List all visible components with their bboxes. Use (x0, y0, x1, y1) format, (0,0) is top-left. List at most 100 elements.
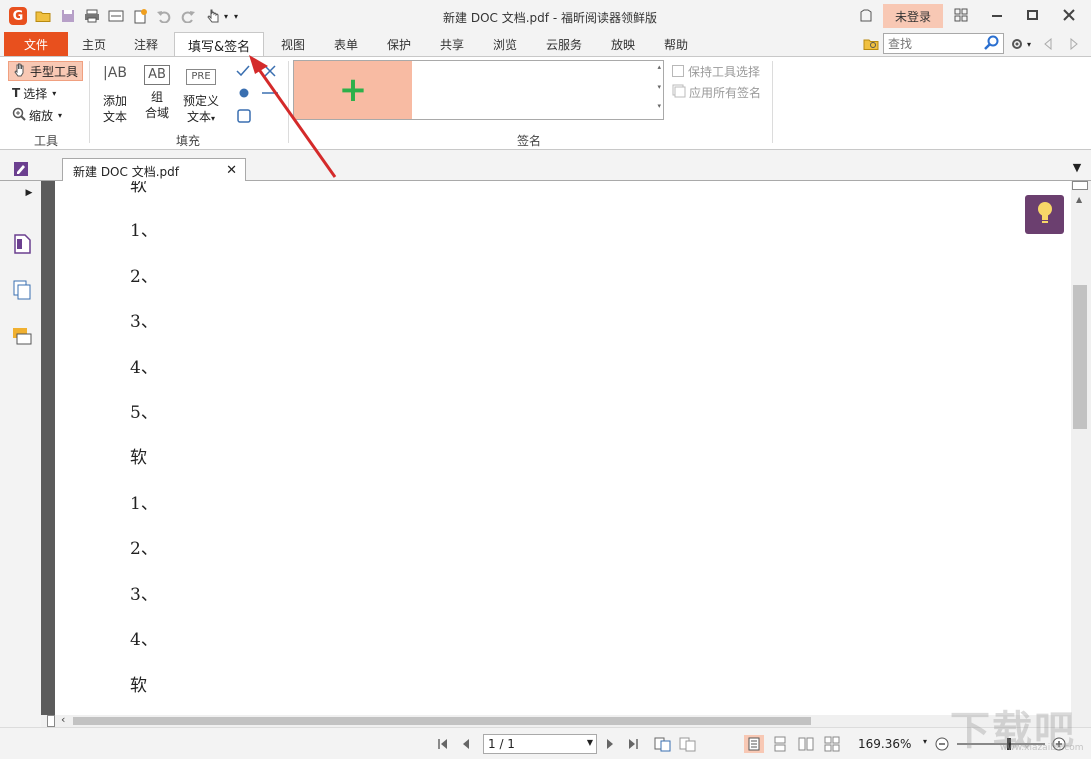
tab-fill-sign[interactable]: 填写&签名 (174, 32, 265, 57)
tab-protect[interactable]: 保护 (387, 36, 411, 53)
tab-file[interactable]: 文件 (4, 32, 68, 56)
hand-pointer-icon[interactable] (203, 7, 223, 25)
tab-present[interactable]: 放映 (611, 36, 635, 53)
continuous-facing-view-icon[interactable] (822, 735, 842, 753)
tab-home[interactable]: 主页 (82, 36, 106, 53)
scroll-left-icon[interactable]: ‹ (61, 713, 65, 726)
vertical-scrollbar[interactable]: ▲ (1071, 181, 1091, 727)
prev-arrow-icon[interactable] (1042, 35, 1054, 53)
app-logo[interactable]: G (9, 7, 27, 25)
zoom-level[interactable]: 169.36% (858, 737, 911, 751)
save-icon[interactable] (59, 7, 77, 25)
gallery-expand-icon[interactable]: ▾ (657, 102, 661, 110)
document-line: 1、 (130, 494, 158, 514)
tips-lightbulb-button[interactable] (1025, 195, 1064, 234)
gallery-scroll-down-icon[interactable]: ▾ (657, 83, 661, 91)
page-number-input[interactable]: 1 / 1 ▼ (483, 734, 597, 754)
next-page-icon[interactable] (603, 737, 617, 751)
keep-tool-checkbox[interactable]: 保持工具选择 (672, 62, 760, 80)
restore-button[interactable] (1022, 5, 1044, 25)
tab-form[interactable]: 表单 (334, 36, 358, 53)
tab-list-dropdown-icon[interactable]: ▼ (1070, 158, 1084, 176)
minimize-button[interactable] (986, 5, 1008, 25)
tab-help[interactable]: 帮助 (664, 36, 688, 53)
plus-icon: + (338, 70, 368, 110)
login-button[interactable]: 未登录 (883, 4, 943, 28)
predefined-text-label-1: 预定义 (182, 94, 219, 108)
chevron-down-icon: ▾ (58, 110, 63, 120)
checkmark-icon[interactable] (234, 62, 252, 80)
dot-icon[interactable] (236, 84, 252, 102)
expand-panel-icon[interactable]: ▶ (22, 186, 36, 200)
page-thumbnails-icon[interactable] (11, 233, 33, 255)
layers-icon[interactable] (11, 279, 33, 301)
previous-view-icon[interactable] (654, 737, 672, 752)
checkbox-icon (672, 65, 684, 77)
gallery-scroll-up-icon[interactable]: ▴ (657, 63, 661, 71)
open-folder-icon[interactable] (34, 7, 52, 25)
redo-icon[interactable] (179, 7, 197, 25)
predefined-text-icon: PRE (186, 69, 216, 85)
search-box (883, 33, 1004, 54)
search-input[interactable] (884, 34, 982, 53)
zoom-dropdown-icon[interactable]: ▾ (923, 737, 927, 746)
cross-mark-icon[interactable] (261, 62, 279, 80)
tab-cloud[interactable]: 云服务 (546, 36, 582, 53)
select-tool-label: 选择 (23, 86, 48, 101)
skin-icon[interactable] (857, 7, 875, 25)
tab-view[interactable]: 视图 (281, 36, 305, 53)
tab-share[interactable]: 共享 (440, 36, 464, 53)
chevron-down-icon[interactable]: ▼ (587, 738, 593, 747)
document-line: 5、 (130, 403, 158, 423)
document-tab-bar: 新建 DOC 文档.pdf ✕ ▼ (0, 150, 1091, 182)
first-page-icon[interactable] (436, 737, 450, 751)
box-icon[interactable] (236, 107, 252, 125)
print-icon[interactable] (83, 7, 101, 25)
search-icon[interactable] (984, 35, 1000, 54)
panel-toggle-icon[interactable] (12, 160, 30, 178)
document-line: 2、 (130, 539, 158, 559)
chevron-down-icon[interactable]: ▾ (222, 7, 230, 25)
lightbulb-icon (1036, 201, 1054, 228)
add-signature-button[interactable]: + (294, 61, 412, 119)
previous-page-icon[interactable] (459, 737, 473, 751)
predefined-text-button[interactable]: PRE 预定义 文本▾ (180, 65, 222, 127)
new-document-icon[interactable] (131, 7, 149, 25)
apply-signature-icon (672, 84, 686, 101)
hand-tool-button[interactable]: 手型工具 (8, 61, 84, 81)
add-text-button[interactable]: |AB 添加 文本 (98, 65, 132, 125)
grid-view-icon[interactable] (950, 5, 972, 25)
scroll-up-icon[interactable]: ▲ (1076, 195, 1082, 204)
vertical-scroll-thumb[interactable] (1073, 285, 1087, 429)
undo-icon[interactable] (155, 7, 173, 25)
folder-search-icon[interactable] (862, 35, 880, 53)
comments-icon[interactable] (11, 325, 33, 347)
next-arrow-icon[interactable] (1068, 35, 1080, 53)
facing-view-icon[interactable] (796, 735, 816, 753)
scrollbar-split-handle[interactable] (47, 715, 55, 727)
horizontal-scroll-thumb[interactable] (73, 717, 811, 725)
continuous-view-icon[interactable] (770, 735, 790, 753)
select-tool-button[interactable]: T 选择 ▾ (8, 83, 60, 103)
single-page-view-icon[interactable] (744, 735, 764, 753)
settings-dropdown-icon[interactable]: ▾ (1025, 35, 1033, 53)
document-line: 4、 (130, 630, 158, 650)
comb-field-button[interactable]: AB 组 合域 (141, 65, 173, 121)
tab-browse[interactable]: 浏览 (493, 36, 517, 53)
zoom-out-icon[interactable] (935, 737, 949, 751)
close-tab-icon[interactable]: ✕ (226, 163, 237, 178)
settings-gear-icon[interactable] (1009, 35, 1025, 53)
keep-tool-label: 保持工具选择 (688, 64, 761, 79)
tab-comment[interactable]: 注释 (134, 36, 158, 53)
apply-all-signatures-button[interactable]: 应用所有签名 (672, 83, 761, 101)
document-tab[interactable]: 新建 DOC 文档.pdf ✕ (62, 158, 246, 182)
line-icon[interactable] (261, 84, 279, 102)
next-view-icon[interactable] (679, 737, 697, 752)
zoom-tool-button[interactable]: 缩放 ▾ (8, 105, 66, 125)
scrollbar-split-handle[interactable] (1072, 181, 1088, 190)
horizontal-scrollbar[interactable]: ‹ (41, 713, 1071, 727)
close-button[interactable] (1058, 5, 1080, 25)
customize-toolbar-icon[interactable]: ▾ (232, 7, 240, 25)
last-page-icon[interactable] (626, 737, 640, 751)
scan-icon[interactable] (107, 7, 125, 25)
